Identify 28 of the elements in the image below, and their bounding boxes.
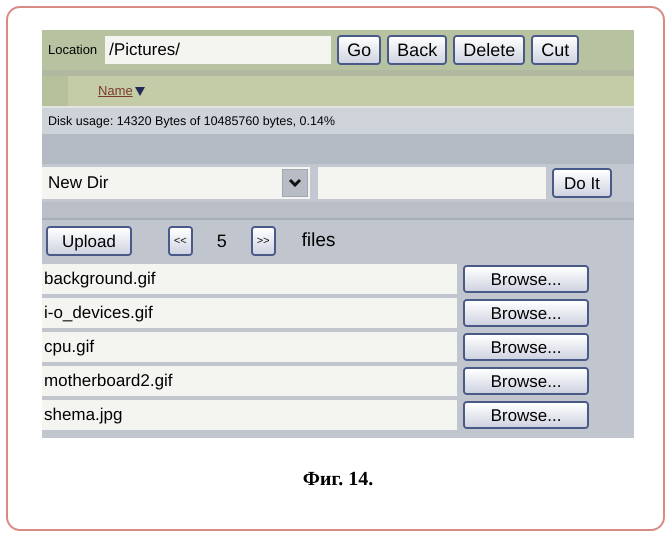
previous-button[interactable]: << — [168, 226, 193, 256]
file-field[interactable]: cpu.gif — [42, 332, 457, 362]
browse-button[interactable]: Browse... — [463, 333, 589, 361]
browse-button[interactable]: Browse... — [463, 265, 589, 293]
file-count: 5 — [216, 230, 227, 252]
file-field[interactable]: motherboard2.gif — [42, 366, 457, 396]
next-button[interactable]: >> — [250, 226, 276, 256]
upload-button[interactable]: Upload — [46, 226, 132, 256]
location-field[interactable]: /Pictures/ — [105, 36, 332, 64]
browse-button[interactable]: Browse... — [463, 401, 589, 429]
action-select[interactable]: New Dir — [42, 167, 310, 199]
file-field[interactable]: i-o_devices.gif — [42, 298, 457, 328]
toolbar-button[interactable]: Back — [387, 35, 448, 65]
browse-button[interactable]: Browse... — [463, 367, 589, 395]
figure-caption: Фиг. 14. — [302, 467, 374, 492]
disk-usage-text: Disk usage: 14320 Bytes of 10485760 bytes, 0.14% — [48, 112, 335, 130]
chevron-down-icon — [282, 169, 308, 197]
location-label: Location — [48, 41, 98, 60]
browse-button[interactable]: Browse... — [463, 299, 589, 327]
file-field[interactable]: shema.jpg — [42, 400, 457, 430]
files-label: files — [302, 228, 336, 253]
file-field[interactable]: background.gif — [42, 264, 457, 294]
toolbar-button[interactable]: Go — [337, 35, 382, 65]
toolbar-button[interactable]: Delete — [453, 35, 526, 65]
toolbar-button[interactable]: Cut — [531, 35, 580, 65]
name-column-header[interactable]: Name — [98, 81, 133, 101]
do-it-button[interactable]: Do It — [552, 168, 612, 198]
name-field[interactable] — [318, 167, 546, 199]
